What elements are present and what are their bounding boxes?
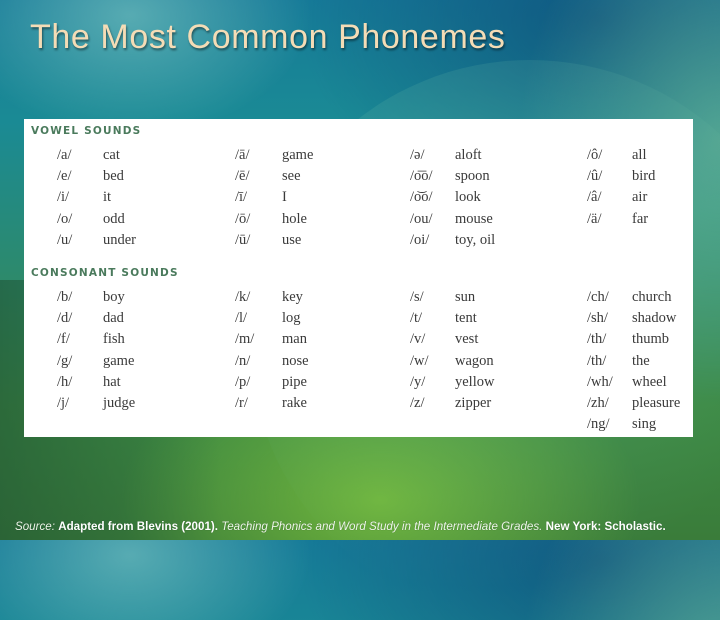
vowel-example-word: all	[632, 147, 647, 163]
consonant-symbol: /wh/	[587, 373, 613, 390]
vowel-example-word: spoon	[455, 168, 490, 185]
consonant-symbol: /k/	[235, 289, 251, 305]
source-citation: Source: Adapted from Blevins (2001). Tea…	[15, 520, 715, 533]
consonant-symbol: /b/	[57, 289, 73, 305]
vowel-sounds-heading: VOWEL SOUNDS	[31, 125, 142, 137]
consonant-symbol: /l/	[235, 310, 248, 327]
consonant-symbol: /t/	[410, 310, 423, 327]
consonant-example-word: yellow	[455, 373, 495, 390]
consonant-example-word: rake	[282, 395, 307, 411]
consonant-symbol: /j/	[57, 395, 70, 411]
source-adapted: Adapted from Blevins (2001).	[58, 520, 218, 533]
phoneme-table: VOWEL SOUNDS /a/cat/e/bed/i/it/o/odd/u/u…	[24, 119, 693, 437]
vowel-example-word: toy, oil	[455, 231, 496, 248]
consonant-example-word: pipe	[282, 373, 307, 390]
consonant-sounds-heading: CONSONANT SOUNDS	[31, 267, 179, 279]
consonant-example-word: vest	[455, 331, 479, 348]
vowel-example-word: game	[282, 147, 314, 163]
consonant-symbol: /g/	[57, 352, 73, 369]
consonant-example-word: sing	[632, 416, 657, 433]
vowel-symbol: /ē/	[235, 168, 250, 185]
vowel-symbol: /a/	[57, 147, 72, 163]
slide-title: The Most Common Phonemes	[30, 18, 506, 56]
consonant-example-word: boy	[103, 289, 125, 305]
consonant-example-word: thumb	[632, 331, 670, 348]
vowel-symbol: /ō/	[235, 210, 251, 227]
vowel-symbol: /i/	[57, 189, 70, 206]
source-publisher: New York: Scholastic.	[545, 520, 666, 533]
consonant-example-word: hat	[103, 373, 121, 390]
vowel-symbol: /ū/	[235, 231, 251, 248]
vowel-symbol: /e/	[57, 168, 72, 185]
vowel-example-word: far	[632, 210, 649, 227]
consonant-symbol: /zh/	[587, 395, 609, 411]
vowel-example-word: bed	[103, 168, 124, 185]
vowel-example-word: look	[455, 189, 481, 206]
source-label: Source:	[15, 520, 55, 533]
consonant-symbol: /ng/	[587, 416, 610, 433]
consonant-symbol: /m/	[235, 331, 255, 348]
vowel-example-word: I	[282, 189, 287, 206]
consonant-example-word: zipper	[455, 395, 492, 411]
vowel-symbol: /o/	[57, 210, 73, 227]
vowel-symbol: /ô/	[587, 147, 603, 163]
consonant-example-word: log	[282, 310, 301, 327]
consonant-example-word: tent	[455, 310, 477, 327]
vowel-symbol: /u/	[57, 231, 73, 248]
consonant-symbol: /th/	[587, 331, 607, 348]
vowel-example-word: under	[103, 231, 137, 248]
consonant-example-word: wheel	[632, 373, 667, 390]
vowel-symbol: /ā/	[235, 147, 250, 163]
vowel-example-word: see	[282, 168, 301, 185]
consonant-example-word: church	[632, 289, 672, 305]
consonant-example-word: nose	[282, 352, 309, 369]
consonant-example-word: man	[282, 331, 307, 348]
consonant-symbol: /n/	[235, 352, 251, 369]
vowel-symbol: /â/	[587, 189, 602, 206]
vowel-symbol: /ə/	[410, 147, 425, 163]
vowel-example-word: cat	[103, 147, 120, 163]
consonant-symbol: /p/	[235, 373, 251, 390]
consonant-symbol: /w/	[410, 352, 429, 369]
vowel-example-word: it	[103, 189, 112, 206]
vowel-example-word: use	[282, 231, 302, 248]
vowel-example-word: mouse	[455, 210, 493, 227]
consonant-example-word: key	[282, 289, 303, 305]
vowel-example-word: hole	[282, 210, 307, 227]
vowel-symbol: /ou/	[410, 210, 433, 227]
consonant-example-word: judge	[103, 395, 136, 411]
consonant-example-word: wagon	[455, 352, 494, 369]
consonant-symbol: /r/	[235, 395, 248, 411]
vowel-example-word: air	[632, 189, 648, 206]
vowel-symbol: /ä/	[587, 210, 602, 227]
vowel-symbol: /û/	[587, 168, 603, 185]
vowel-symbol: /o͝o/	[410, 189, 433, 206]
consonant-symbol: /s/	[410, 289, 424, 305]
consonant-example-word: fish	[103, 331, 125, 348]
consonant-example-word: sun	[455, 289, 476, 305]
consonant-example-word: the	[632, 352, 650, 369]
consonant-example-word: dad	[103, 310, 124, 327]
consonant-symbol: /v/	[410, 331, 426, 348]
consonant-symbol: /th/	[587, 352, 607, 369]
consonant-symbol: /h/	[57, 373, 73, 390]
consonant-example-word: shadow	[632, 310, 677, 327]
vowel-example-word: aloft	[455, 147, 482, 163]
consonant-example-word: pleasure	[632, 395, 681, 411]
consonant-example-word: game	[103, 352, 135, 369]
vowel-symbol: /ī/	[235, 189, 248, 206]
consonant-symbol: /f/	[57, 331, 70, 348]
vowel-symbol: /o͞o/	[410, 168, 433, 185]
consonant-symbol: /sh/	[587, 310, 608, 327]
source-book-title: Teaching Phonics and Word Study in the I…	[221, 520, 543, 533]
consonant-symbol: /y/	[410, 373, 426, 390]
vowel-example-word: odd	[103, 210, 125, 227]
consonant-symbol: /ch/	[587, 289, 609, 305]
consonant-symbol: /z/	[410, 395, 425, 411]
vowel-symbol: /oi/	[410, 231, 430, 248]
consonant-symbol: /d/	[57, 310, 73, 327]
vowel-example-word: bird	[632, 168, 656, 185]
